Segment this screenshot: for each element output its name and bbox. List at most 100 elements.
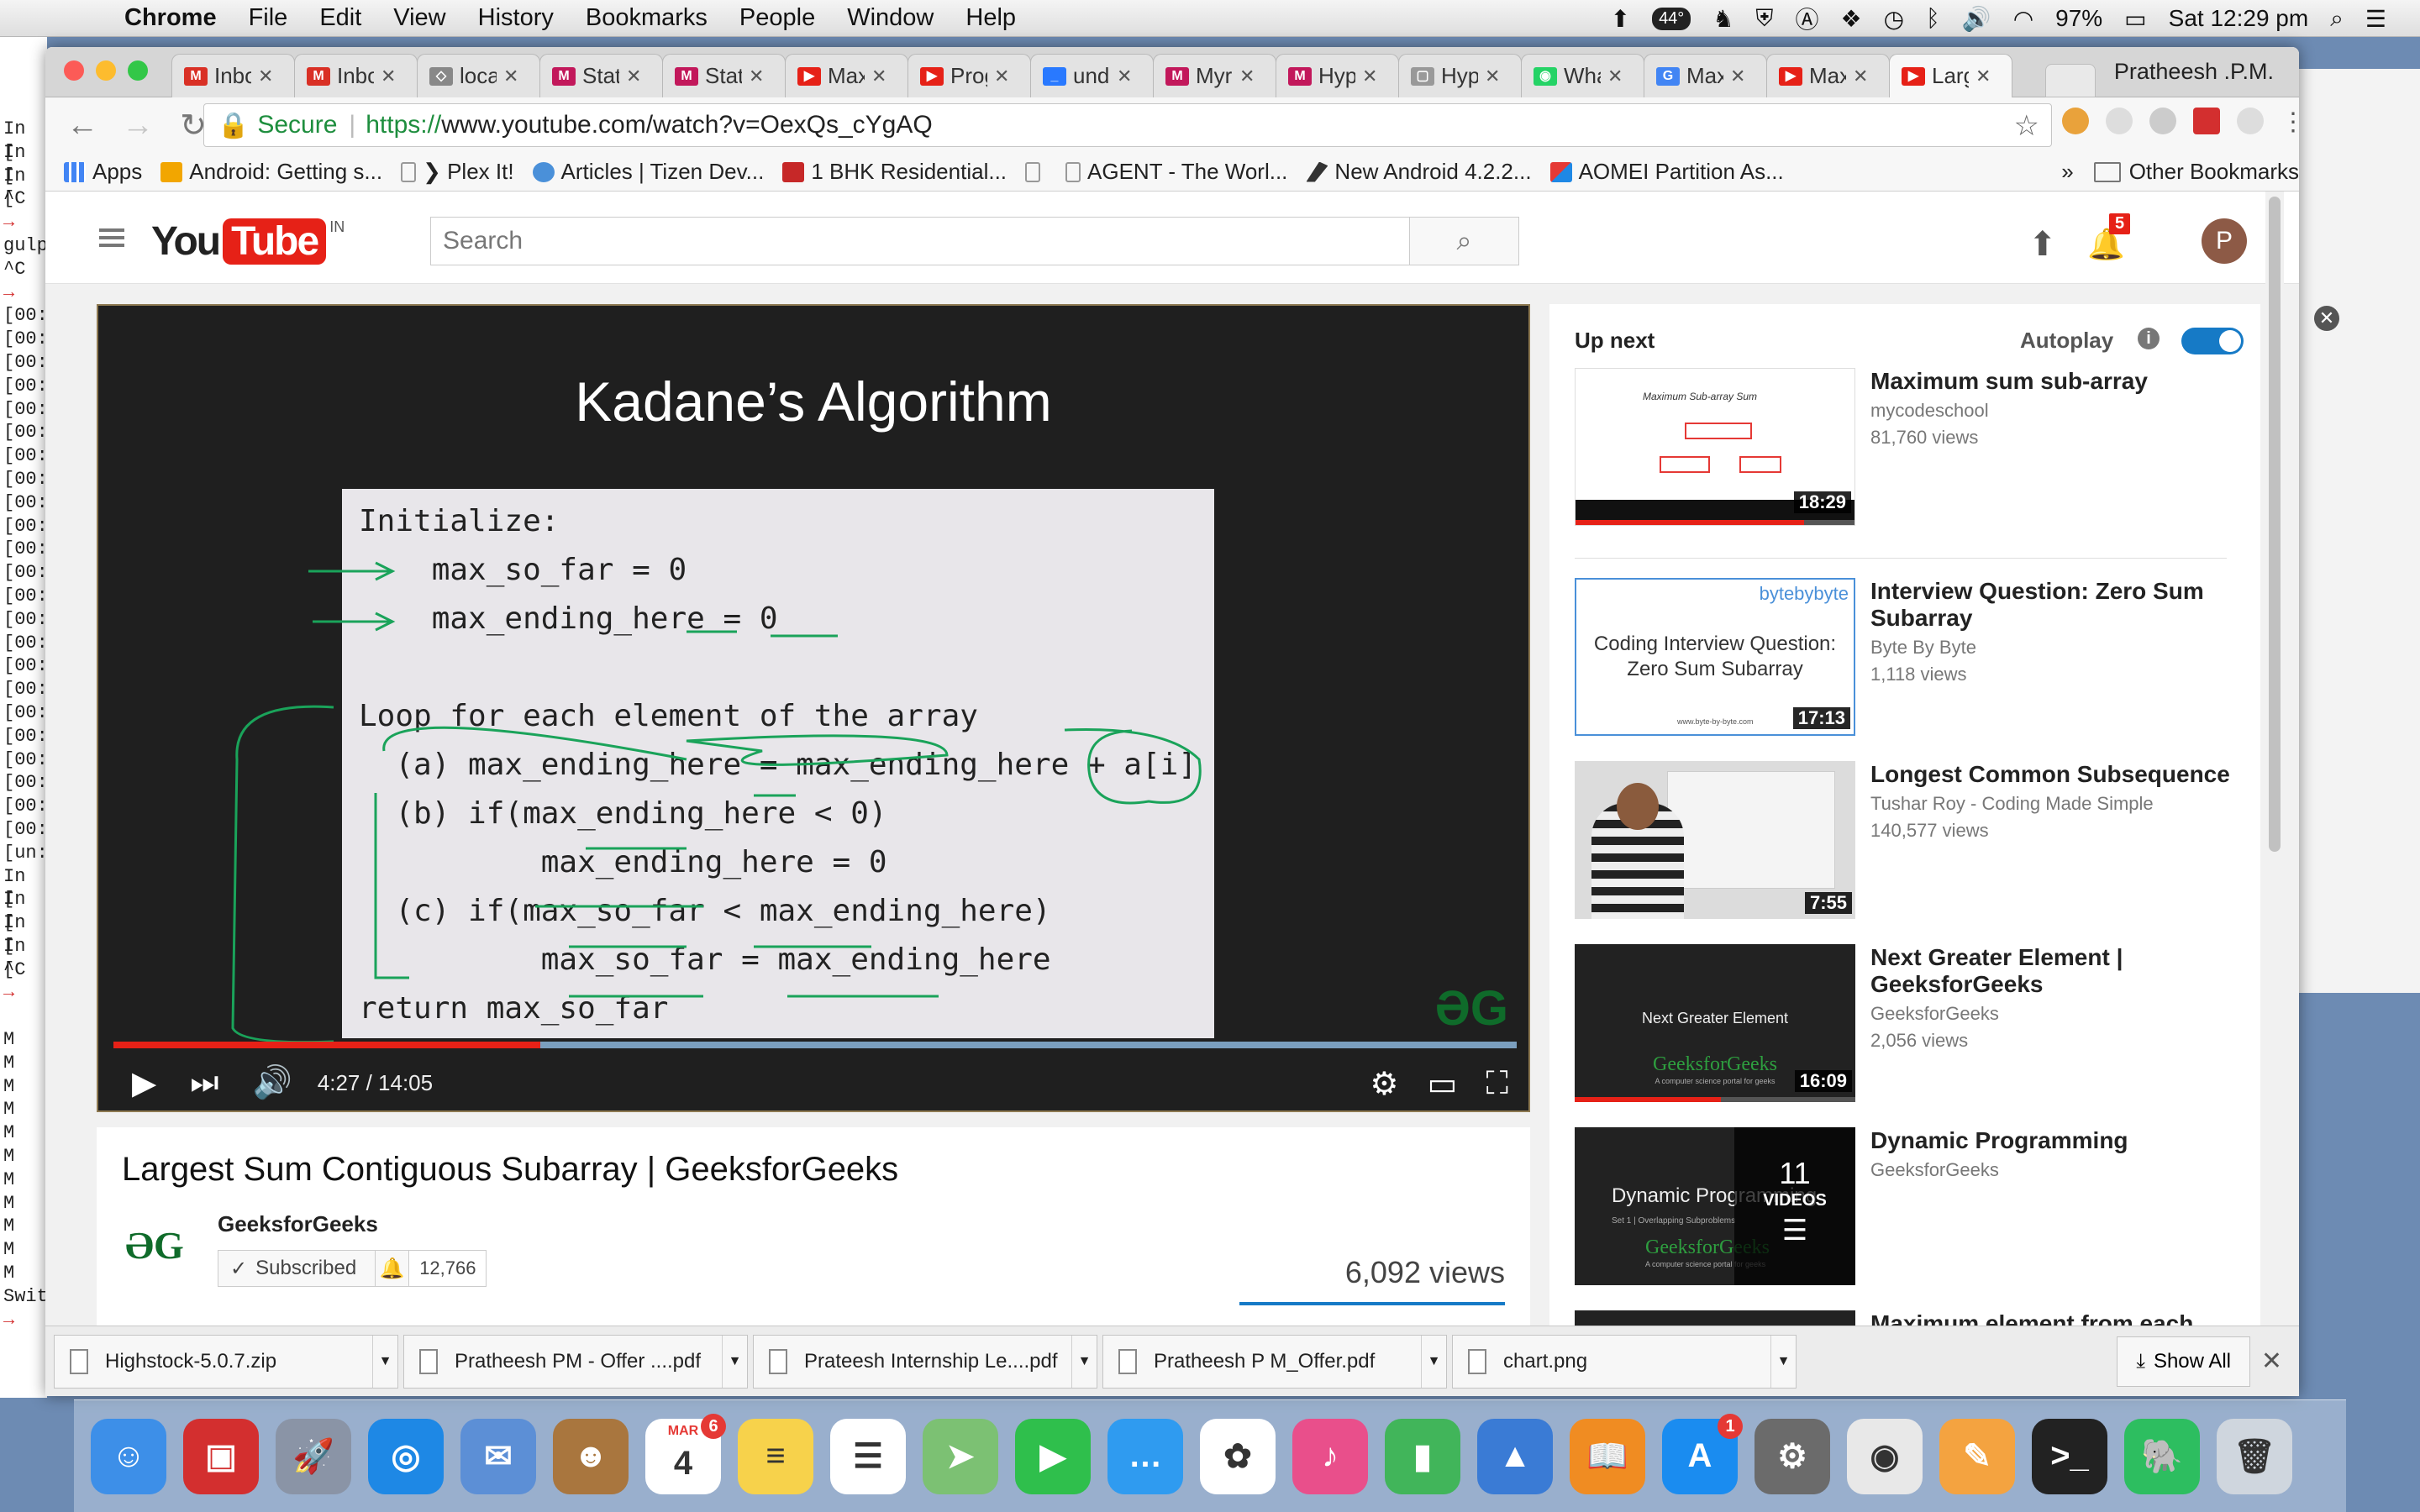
menu-edit[interactable]: Edit [319,4,361,32]
recommendation-item[interactable]: 7:55 Longest Common Subsequence Tushar R… [1575,761,2247,921]
notification-bell-button[interactable]: 🔔 [376,1251,410,1286]
channel-name[interactable]: GeeksforGeeks [218,1211,378,1237]
chevron-down-icon[interactable]: ▼ [1421,1336,1446,1388]
theater-mode-icon[interactable]: ▭ [1427,1065,1457,1103]
tab-close-icon[interactable]: ✕ [1117,66,1132,87]
menu-app-name[interactable]: Chrome [124,4,217,32]
video-player[interactable]: Kadane’s Algorithm Initialize: max_so_fa… [97,304,1530,1112]
download-item[interactable]: Highstock-5.0.7.zip ▼ [54,1335,398,1389]
dock-maps-icon[interactable]: ➤ [923,1418,998,1494]
browser-tab[interactable]: M Stat ✕ [662,54,786,97]
volume-icon[interactable]: 🔊 [252,1064,292,1101]
dock-app-store-icon[interactable]: A1 [1662,1413,1743,1494]
forward-icon[interactable]: → [119,108,156,144]
bookmark-agent[interactable]: AGENT - The Worl... [1065,159,1287,185]
browser-tab[interactable]: ▶ Prog ✕ [908,54,1031,97]
menu-bookmarks[interactable]: Bookmarks [586,4,708,32]
tab-close-icon[interactable]: ✕ [1485,66,1500,87]
menu-people[interactable]: People [739,4,815,32]
notification-center-icon[interactable]: ☰ [2365,5,2386,33]
menu-file[interactable]: File [249,4,288,32]
guide-menu-icon[interactable] [99,228,124,247]
recommendation-item[interactable]: Dynamic Programming Set 1 | Overlapping … [1575,1127,2247,1287]
search-button[interactable]: ⌕ [1410,217,1519,265]
recommendation-title[interactable]: Longest Common Subsequence [1870,761,2232,788]
bookmark-star-icon[interactable]: ☆ [2014,109,2039,143]
spotlight-icon[interactable]: ⌕ [2330,5,2344,33]
dock-system-preferences-icon[interactable]: ⚙ [1754,1418,1830,1494]
menu-view[interactable]: View [393,4,445,32]
dock-safari-icon[interactable]: ◎ [368,1418,444,1494]
tab-close-icon[interactable]: ✕ [1607,66,1623,87]
upload-icon[interactable]: ⬆ [2028,225,2057,264]
dropbox-status-icon[interactable]: ❖ [1840,5,1861,33]
recommendation-title[interactable]: Dynamic Programming [1870,1127,2232,1154]
volume-icon[interactable]: 🔊 [1962,5,1991,33]
bookmark-aomei[interactable]: AOMEI Partition As... [1549,159,1784,185]
tab-close-icon[interactable]: ✕ [994,66,1009,87]
address-bar[interactable]: 🔒 Secure | https://www.youtube.com/watch… [203,103,2052,147]
browser-tab[interactable]: M Myr ✕ [1153,54,1276,97]
dock-launchpad-icon[interactable]: 🚀 [276,1418,351,1494]
browser-tab[interactable]: G Max ✕ [1644,54,1767,97]
bluetooth-icon[interactable]: ᛒ [1926,5,1940,32]
upload-status-icon[interactable]: ⬆ [1611,5,1630,33]
new-tab-button[interactable] [2045,64,2096,97]
bookmark-android-422[interactable]: New Android 4.2.2... [1306,159,1532,185]
download-item[interactable]: Prateesh Internship Le....pdf ▼ [753,1335,1097,1389]
dock-pages-icon[interactable]: ✎ [1939,1418,2015,1494]
video-thumbnail[interactable]: 7:55 [1575,761,1855,919]
calendar-extension-icon[interactable] [2193,108,2220,134]
show-all-downloads-button[interactable]: ⤓ Show All [2117,1336,2250,1387]
browser-tab[interactable]: ◇ loca ✕ [417,54,540,97]
dock-trash-icon[interactable]: 🗑 [2217,1418,2292,1494]
chrome-menu-icon[interactable]: ⋮ [2281,108,2299,136]
dock-facetime-icon[interactable]: ▶ [1015,1418,1091,1494]
video-thumbnail[interactable]: bytebybyte Coding Interview Question: Ze… [1575,578,1855,736]
bookmark-plex[interactable]: ❯ Plex It! [401,159,514,185]
chevron-down-icon[interactable]: ▼ [372,1336,397,1388]
dock-itunes-icon[interactable]: ♪ [1292,1418,1368,1494]
timemachine-icon[interactable]: ◷ [1884,5,1904,33]
recommendation-item[interactable]: Next Greater Element GeeksforGeeks A com… [1575,944,2247,1104]
bookmarks-more-button[interactable]: » [2061,159,2073,185]
menu-window[interactable]: Window [847,4,934,32]
menu-history[interactable]: History [478,4,554,32]
chevron-down-icon[interactable]: ▼ [1071,1336,1097,1388]
recommendation-title[interactable]: Maximum sum sub-array [1870,368,2232,395]
chevron-down-icon[interactable]: ▼ [722,1336,747,1388]
scrollbar-thumb[interactable] [2269,197,2281,852]
video-thumbnail[interactable]: Maximum Sub-array Sum 18:29 [1575,368,1855,526]
zoom-window-button[interactable] [128,60,148,81]
grid-extension-icon[interactable] [2149,108,2176,134]
dock-notes-icon[interactable]: ≡ [738,1418,813,1494]
vpn-status-icon[interactable]: ⛨ [1755,5,1773,33]
dock-calendar-icon[interactable]: MAR 4 6 [645,1413,726,1494]
browser-tab[interactable]: _ und ✕ [1030,54,1154,97]
bookmark-tizen[interactable]: Articles | Tizen Dev... [532,159,764,185]
video-progress-bar[interactable] [113,1042,1517,1048]
tab-close-icon[interactable]: ✕ [503,66,518,87]
youtube-logo[interactable]: You Tube IN [151,218,345,265]
bookmark-blank[interactable] [1025,161,1047,182]
dock-reminders-icon[interactable]: ☰ [830,1418,906,1494]
extension-icon[interactable] [2106,108,2133,134]
bookmark-android[interactable]: Android: Getting s... [160,159,382,185]
wifi-icon[interactable]: ◠ [2013,5,2033,33]
tab-close-icon[interactable]: ✕ [258,66,273,87]
clock[interactable]: Sat 12:29 pm [2169,5,2309,32]
recommendation-title[interactable]: Next Greater Element | GeeksforGeeks [1870,944,2232,998]
tab-close-icon[interactable]: ✕ [1975,66,1991,87]
download-item[interactable]: chart.png ▼ [1452,1335,1797,1389]
battery-icon[interactable]: ▭ [2124,5,2146,33]
fullscreen-icon[interactable]: ⛶ [1486,1066,1508,1102]
next-icon[interactable]: ⏭ [190,1065,218,1101]
dock-finder-icon[interactable]: ☺ [91,1418,166,1494]
menu-help[interactable]: Help [965,4,1016,32]
browser-tab[interactable]: M Stat ✕ [539,54,663,97]
chevron-down-icon[interactable]: ▼ [1770,1336,1796,1388]
recommendation-item[interactable]: Maximum Sub-array Sum 18:29 Maximum sum … [1575,368,2247,528]
dock-ibooks-icon[interactable]: 📖 [1570,1418,1645,1494]
tab-close-icon[interactable]: ✕ [381,66,396,87]
tab-close-icon[interactable]: ✕ [626,66,641,87]
